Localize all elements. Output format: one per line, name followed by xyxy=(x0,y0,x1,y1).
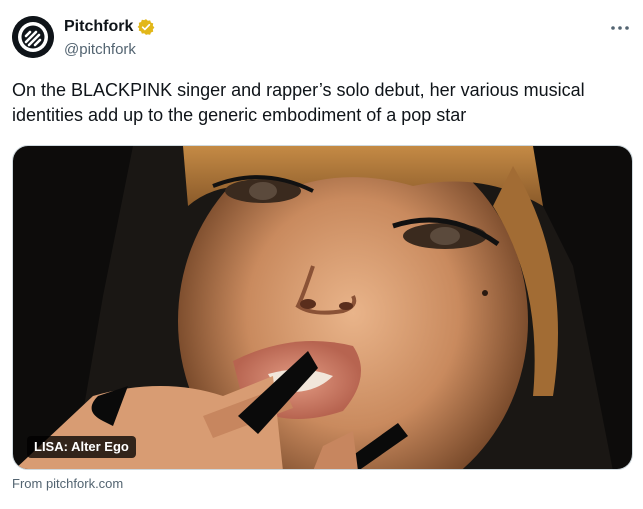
source-link[interactable]: From pitchfork.com xyxy=(12,476,123,491)
more-options-button[interactable] xyxy=(607,18,633,38)
media-card[interactable]: LISA: Alter Ego xyxy=(12,145,633,470)
photo-portrait xyxy=(13,146,632,469)
verified-badge-icon[interactable] xyxy=(137,18,155,36)
media-label: LISA: Alter Ego xyxy=(27,436,136,458)
author-handle[interactable]: @pitchfork xyxy=(64,40,136,60)
pitchfork-logo-icon xyxy=(12,16,54,58)
ellipsis-icon xyxy=(611,26,629,30)
tweet-text: On the BLACKPINK singer and rapper’s sol… xyxy=(12,80,585,125)
avatar[interactable] xyxy=(12,16,54,58)
author-display-name[interactable]: Pitchfork xyxy=(64,18,133,36)
author-name-row: Pitchfork xyxy=(64,16,155,38)
tweet-card[interactable]: Pitchfork @pitchfork On the BLACKPINK si… xyxy=(0,0,643,509)
